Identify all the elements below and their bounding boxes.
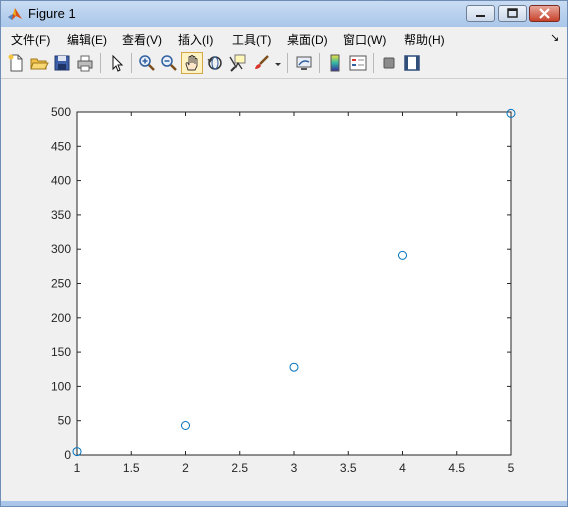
maximize-button[interactable]	[498, 5, 527, 22]
axes[interactable]: 1 1.5 2 2.5 3 3.5 4 4.5 505010015020025030035040…	[51, 105, 516, 475]
menu-desktop[interactable]: 桌面(D)	[287, 31, 328, 48]
x-tick-label: 3	[291, 461, 298, 475]
window-title: Figure 1	[28, 6, 76, 21]
y-tick-label: 250	[51, 277, 71, 291]
x-tick-label: 1.5	[123, 461, 140, 475]
menu-bar: 文件(F) 编辑(E) 查看(V) 插入(I) 工具(T) 桌面(D) 窗口(W…	[1, 27, 567, 48]
toolbar-separator	[131, 53, 132, 73]
zoom-out-icon[interactable]	[159, 53, 179, 73]
y-tick-label: 0	[64, 448, 71, 462]
data-cursor-icon[interactable]	[227, 53, 247, 73]
show-plot-tools-icon[interactable]	[402, 53, 422, 73]
x-tick-label: 2.5	[231, 461, 248, 475]
legend-icon[interactable]	[348, 53, 368, 73]
y-tick-label: 450	[51, 139, 71, 153]
menu-window[interactable]: 窗口(W)	[343, 31, 386, 48]
y-tick-label: 350	[51, 208, 71, 222]
y-tick-label: 500	[51, 105, 71, 119]
pan-hand-icon[interactable]	[181, 52, 203, 74]
y-tick-label: 200	[51, 311, 71, 325]
figure-window: Figure 1 文件(F) 编辑(E) 查看(V) 插入(I) 工具(T) 桌…	[0, 0, 568, 507]
new-figure-icon[interactable]	[6, 53, 26, 73]
menu-dock-arrow-icon[interactable]: ↘	[550, 31, 559, 44]
window-bottom-border	[1, 501, 567, 506]
menu-file[interactable]: 文件(F)	[11, 31, 50, 48]
scatter-plot[interactable]: 1 1.5 2 2.5 3 3.5 4 4.5 505010015020025030035040…	[1, 79, 567, 501]
y-tick-label: 100	[51, 379, 71, 393]
x-tick-label: 1	[74, 461, 81, 475]
plot-area[interactable]	[76, 111, 512, 456]
x-tick-label: 5	[508, 461, 515, 475]
toolbar-separator	[319, 53, 320, 73]
menu-view[interactable]: 查看(V)	[122, 31, 162, 48]
menu-insert[interactable]: 插入(I)	[178, 31, 213, 48]
x-tick-label: 4	[399, 461, 406, 475]
y-tick-label: 300	[51, 242, 71, 256]
x-tick-label: 3.5	[340, 461, 357, 475]
brush-icon[interactable]	[251, 53, 271, 73]
x-tick-label: 2	[182, 461, 189, 475]
figure-canvas[interactable]: 1 1.5 2 2.5 3 3.5 4 4.5 5 0 50 100 150 200 250 300 350 40…	[1, 79, 567, 501]
colorbar-icon[interactable]	[325, 53, 345, 73]
y-tick-label: 150	[51, 345, 71, 359]
open-file-icon[interactable]	[29, 53, 49, 73]
toolbar-separator	[373, 53, 374, 73]
y-tick-label: 50	[58, 414, 72, 428]
hide-plot-tools-icon[interactable]	[379, 53, 399, 73]
print-icon[interactable]	[75, 53, 95, 73]
rotate-3d-icon[interactable]	[205, 53, 225, 73]
figure-toolbar	[1, 48, 567, 79]
toolbar-separator	[100, 53, 101, 73]
zoom-in-icon[interactable]	[137, 53, 157, 73]
save-icon[interactable]	[52, 53, 72, 73]
y-tick-label: 400	[51, 174, 71, 188]
menu-tools[interactable]: 工具(T)	[232, 31, 271, 48]
minimize-icon	[476, 15, 485, 17]
brush-dropdown-arrow-icon[interactable]	[273, 53, 283, 73]
title-bar[interactable]: Figure 1	[1, 1, 567, 27]
minimize-button[interactable]	[466, 5, 495, 22]
matlab-logo-icon	[7, 6, 23, 22]
close-icon	[539, 8, 550, 19]
menu-edit[interactable]: 编辑(E)	[67, 31, 107, 48]
close-button[interactable]	[529, 5, 560, 22]
x-tick-label: 4.5	[448, 461, 465, 475]
toolbar-separator	[287, 53, 288, 73]
maximize-icon	[507, 8, 518, 18]
link-plot-icon[interactable]	[294, 53, 314, 73]
menu-help[interactable]: 帮助(H)	[404, 31, 445, 48]
pointer-icon[interactable]	[107, 53, 127, 73]
